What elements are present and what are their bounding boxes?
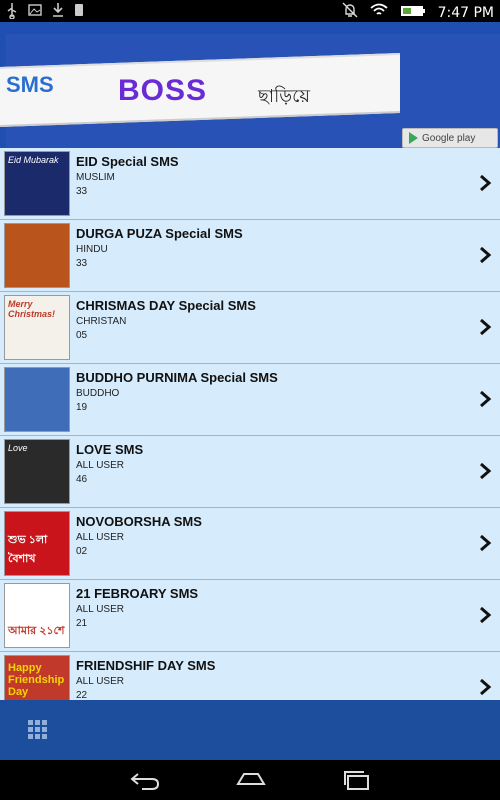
grid-menu-icon[interactable]: [28, 720, 47, 739]
banner-title: BOSS: [118, 74, 208, 107]
chevron-right-icon[interactable]: [478, 390, 492, 408]
category-thumbnail: Eid Mubarak: [4, 151, 70, 216]
chevron-right-icon[interactable]: [478, 174, 492, 192]
thumbnail-caption: শুভ ১লা বৈশাখ: [8, 534, 48, 565]
thumbnail-caption: আমার ২১শে: [8, 625, 65, 637]
item-title: LOVE SMS: [76, 442, 144, 457]
list-item[interactable]: BUDDHO PURNIMA Special SMS BUDDHO 19: [0, 364, 500, 436]
home-icon[interactable]: [234, 768, 268, 792]
category-thumbnail: Love: [4, 439, 70, 504]
download-icon: [52, 3, 64, 22]
category-thumbnail: শুভ ১লা বৈশাখ: [4, 511, 70, 576]
back-icon[interactable]: [128, 768, 162, 792]
chevron-right-icon[interactable]: [478, 606, 492, 624]
item-category: HINDU: [76, 244, 108, 255]
thumbnail-caption: Happy Friendship Day: [8, 662, 65, 698]
wifi-icon: [369, 3, 388, 22]
list-item[interactable]: Eid Mubarak EID Special SMS MUSLIM 33: [0, 148, 500, 220]
battery-icon: [400, 4, 426, 22]
chevron-right-icon[interactable]: [478, 534, 492, 552]
category-thumbnail: Merry Christmas!: [4, 295, 70, 360]
status-bar: 7:47 PM: [0, 0, 500, 22]
sms-category-list[interactable]: Eid Mubarak EID Special SMS MUSLIM 33 DURGA …: [0, 148, 500, 700]
chevron-right-icon[interactable]: [478, 246, 492, 264]
phone-icon: [74, 3, 84, 22]
chevron-right-icon[interactable]: [478, 678, 492, 696]
item-category: MUSLIM: [76, 172, 115, 183]
thumbnail-caption: Eid Mubarak: [8, 155, 59, 165]
item-title: 21 FEBROARY SMS: [76, 586, 199, 601]
clock: 7:47 PM: [437, 4, 494, 21]
item-category: ALL USER: [76, 604, 124, 615]
google-play-badge[interactable]: Google play: [402, 128, 498, 148]
item-count: 19: [76, 402, 88, 413]
item-count: 33: [76, 186, 88, 197]
list-item[interactable]: আমার ২১শে 21 FEBROARY SMS ALL USER 21: [0, 580, 500, 652]
system-nav-bar: [0, 760, 500, 800]
chevron-right-icon[interactable]: [478, 462, 492, 480]
alarm-off-icon: [342, 2, 358, 23]
category-thumbnail: আমার ২১শে: [4, 583, 70, 648]
item-count: 33: [76, 258, 88, 269]
item-title: FRIENDSHIF DAY SMS: [76, 658, 216, 673]
item-count: 02: [76, 546, 88, 557]
status-left-icons: [6, 3, 84, 22]
list-item[interactable]: DURGA PUZA Special SMS HINDU 33: [0, 220, 500, 292]
sms-logo: SMS: [6, 72, 54, 98]
list-item[interactable]: শুভ ১লা বৈশাখ NOVOBORSHA SMS ALL USER 02: [0, 508, 500, 580]
item-count: 46: [76, 474, 88, 485]
item-title: BUDDHO PURNIMA Special SMS: [76, 370, 278, 385]
banner-subtitle: ছাড়িয়ে: [258, 86, 310, 107]
item-category: CHRISTAN: [76, 316, 127, 327]
item-title: NOVOBORSHA SMS: [76, 514, 202, 529]
item-category: BUDDHO: [76, 388, 120, 399]
sms-logo-text: SMS: [6, 72, 54, 97]
category-thumbnail: Happy Friendship Day: [4, 655, 70, 700]
list-item[interactable]: Happy Friendship Day FRIENDSHIF DAY SMS AL…: [0, 652, 500, 700]
image-icon: [28, 3, 42, 22]
item-count: 05: [76, 330, 88, 341]
usb-icon: [6, 3, 18, 22]
item-category: ALL USER: [76, 460, 124, 471]
status-right-icons: 7:47 PM: [342, 2, 494, 23]
google-play-label: Google play: [422, 132, 476, 144]
thumbnail-caption: Love: [8, 443, 28, 453]
item-title: DURGA PUZA Special SMS: [76, 226, 243, 241]
item-count: 21: [76, 618, 88, 629]
recents-icon[interactable]: [340, 768, 374, 792]
item-count: 22: [76, 690, 88, 700]
play-store-icon: [409, 132, 418, 144]
item-title: CHRISMAS DAY Special SMS: [76, 298, 256, 313]
list-item[interactable]: Merry Christmas! CHRISMAS DAY Special SMS…: [0, 292, 500, 364]
category-thumbnail: [4, 223, 70, 288]
list-item[interactable]: Love LOVE SMS ALL USER 46: [0, 436, 500, 508]
item-category: ALL USER: [76, 532, 124, 543]
item-category: ALL USER: [76, 676, 124, 687]
thumbnail-caption: Merry Christmas!: [8, 299, 56, 319]
chevron-right-icon[interactable]: [478, 318, 492, 336]
item-title: EID Special SMS: [76, 154, 179, 169]
category-thumbnail: [4, 367, 70, 432]
bottom-action-bar: [0, 700, 500, 760]
app-banner: SMS BOSS ছাড়িয়ে Google play: [0, 22, 500, 148]
